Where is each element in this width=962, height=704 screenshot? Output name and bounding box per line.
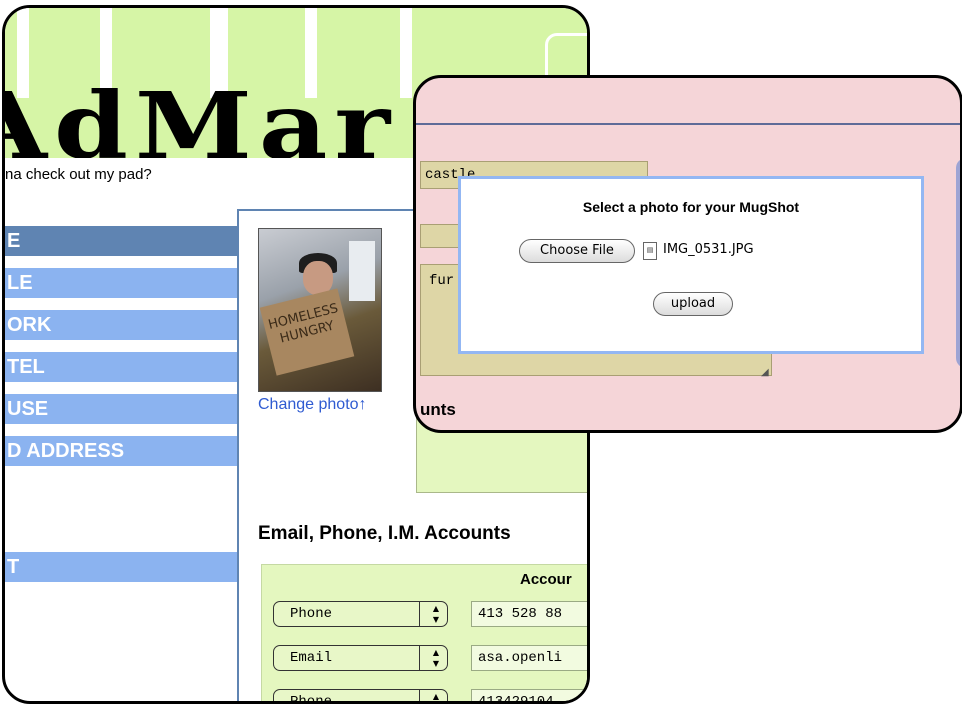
nav-item-address[interactable]: D ADDRESS <box>5 436 237 466</box>
select-arrows-icon: ▲▼ <box>432 604 439 624</box>
selected-file-name: IMG_0531.JPG <box>663 242 754 257</box>
nav-item-logout[interactable]: T <box>5 552 237 582</box>
choose-file-button[interactable]: Choose File <box>519 239 635 263</box>
profile-photo[interactable]: HOMELESS HUNGRY <box>258 228 382 392</box>
select-arrows-icon: ▲▼ <box>432 692 439 701</box>
accounts-section-title: Email, Phone, I.M. Accounts <box>258 523 511 544</box>
account-type-select[interactable]: Phone ▲▼ <box>273 601 448 627</box>
divider <box>416 123 960 125</box>
nav-item-house[interactable]: USE <box>5 394 237 424</box>
nav-item-profile[interactable]: LE <box>5 268 237 298</box>
account-value-field[interactable]: 413 528 88 <box>471 601 587 627</box>
accounts-column-header: Accour <box>520 571 572 588</box>
nav-item-work[interactable]: ORK <box>5 310 237 340</box>
dialog-title: Select a photo for your MugShot <box>582 199 800 215</box>
photo-upload-dialog: Select a photo for your MugShot Choose F… <box>458 176 924 354</box>
nav-item-home[interactable]: E <box>5 226 237 256</box>
resize-grip-icon[interactable]: ◢ <box>761 367 769 378</box>
side-tab <box>956 158 960 368</box>
change-photo-link[interactable]: Change photo↑ <box>258 396 367 414</box>
tagline: na check out my pad? <box>5 166 152 183</box>
select-arrows-icon: ▲▼ <box>432 648 439 668</box>
account-value-field[interactable]: 413429104 <box>471 689 587 701</box>
file-icon: ▤ <box>643 242 657 260</box>
nav-item-hotel[interactable]: TEL <box>5 352 237 382</box>
account-value-field[interactable]: asa.openli <box>471 645 587 671</box>
arrow-up-icon: ↑ <box>358 396 367 413</box>
account-type-select[interactable]: Email ▲ ▼ <box>273 645 448 671</box>
accounts-section-fragment: unts <box>420 400 456 419</box>
upload-button[interactable]: upload <box>653 292 733 316</box>
photo-sign: HOMELESS HUNGRY <box>259 288 355 376</box>
account-type-select[interactable]: Phone ▲▼ <box>273 689 448 701</box>
profile-window-front: castle fur ◢ unts Select a photo for you… <box>413 75 962 433</box>
